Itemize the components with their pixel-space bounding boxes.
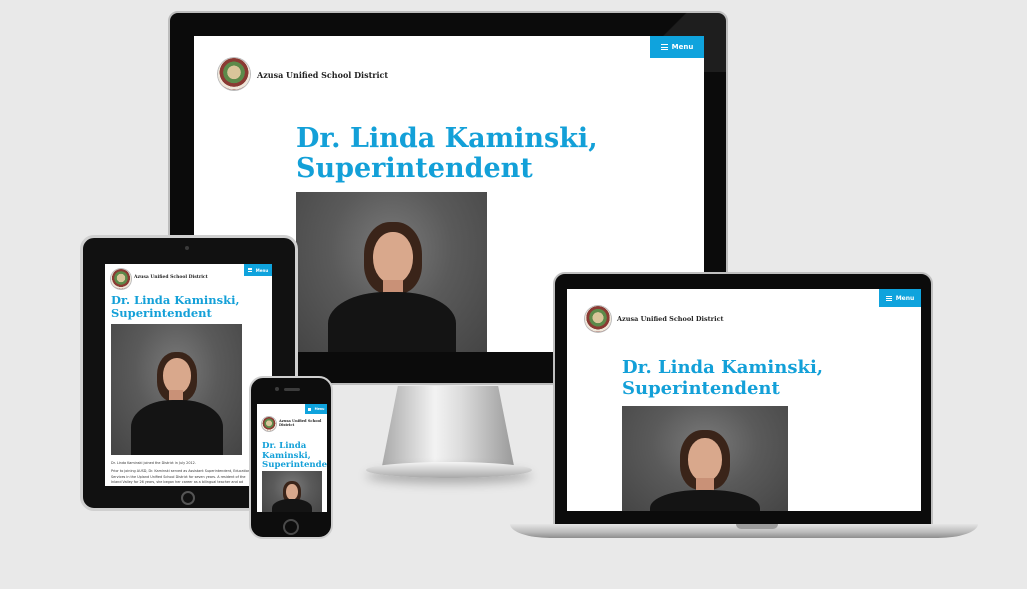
monitor-stand-neck — [382, 386, 514, 466]
menu-label: Menu — [255, 267, 269, 273]
monitor-stand-base — [366, 462, 532, 478]
menu-label: Menu — [671, 43, 694, 51]
menu-icon — [247, 268, 252, 272]
site-name[interactable]: Azusa Unified School District — [617, 315, 724, 323]
menu-icon — [307, 407, 311, 411]
page-title: Dr. Linda Kaminski, Superintendent — [262, 441, 327, 471]
title-line-1: Dr. Linda Kaminski, — [111, 293, 240, 307]
title-line-2: Superintendent — [622, 378, 780, 399]
title-line-1: Dr. Linda Kaminski, — [296, 123, 598, 154]
page-title: Dr. Linda Kaminski, Superintendent — [622, 357, 823, 399]
title-line-2: Superintendent — [111, 306, 212, 320]
tablet-camera — [185, 246, 189, 250]
phone-screen: Menu Azusa Unified School District Dr. Li… — [257, 404, 327, 512]
menu-button[interactable]: Menu — [879, 289, 921, 307]
title-line-1: Dr. Linda — [262, 441, 307, 451]
tablet-home-button[interactable] — [181, 491, 195, 505]
title-line-2: Kaminski, — [262, 450, 311, 461]
title-line-2: Superintendent — [296, 153, 533, 184]
district-seal-logo[interactable] — [585, 306, 611, 332]
menu-button[interactable]: Menu — [650, 36, 704, 58]
title-line-1: Dr. Linda Kaminski, — [622, 357, 824, 378]
phone-home-button[interactable] — [283, 519, 299, 535]
superintendent-photo — [622, 406, 788, 511]
menu-label: Menu — [314, 407, 325, 411]
menu-label: Menu — [895, 294, 915, 302]
menu-button[interactable]: Menu — [305, 404, 327, 414]
superintendent-photo — [296, 192, 487, 352]
laptop-screen: Menu Azusa Unified School District Dr. L… — [567, 289, 921, 511]
page-title: Dr. Linda Kaminski, Superintendent — [296, 124, 598, 184]
menu-icon — [660, 44, 668, 50]
site-name[interactable]: Azusa Unified School District — [134, 275, 208, 280]
district-seal-logo[interactable] — [262, 417, 276, 431]
laptop-notch — [736, 524, 778, 529]
district-seal-logo[interactable] — [218, 58, 250, 90]
superintendent-photo — [262, 471, 322, 512]
site-name[interactable]: Azusa Unified School District — [279, 419, 321, 428]
menu-icon — [885, 295, 892, 301]
page-title: Dr. Linda Kaminski, Superintendent — [111, 294, 239, 320]
menu-button[interactable]: Menu — [244, 264, 272, 276]
title-line-3: Superintendent — [262, 460, 327, 471]
phone-camera — [275, 387, 279, 391]
district-seal-logo[interactable] — [111, 269, 131, 289]
phone-speaker — [284, 388, 300, 391]
tablet-screen: Menu Azusa Unified School District Dr. L… — [105, 264, 272, 486]
bio-paragraph-2: Prior to joining AUSD, Dr. Kaminski serv… — [111, 469, 254, 485]
superintendent-photo — [111, 324, 242, 455]
bio-paragraph-1: Dr. Linda Kaminski joined the District i… — [111, 461, 196, 465]
site-name[interactable]: Azusa Unified School District — [257, 70, 388, 80]
